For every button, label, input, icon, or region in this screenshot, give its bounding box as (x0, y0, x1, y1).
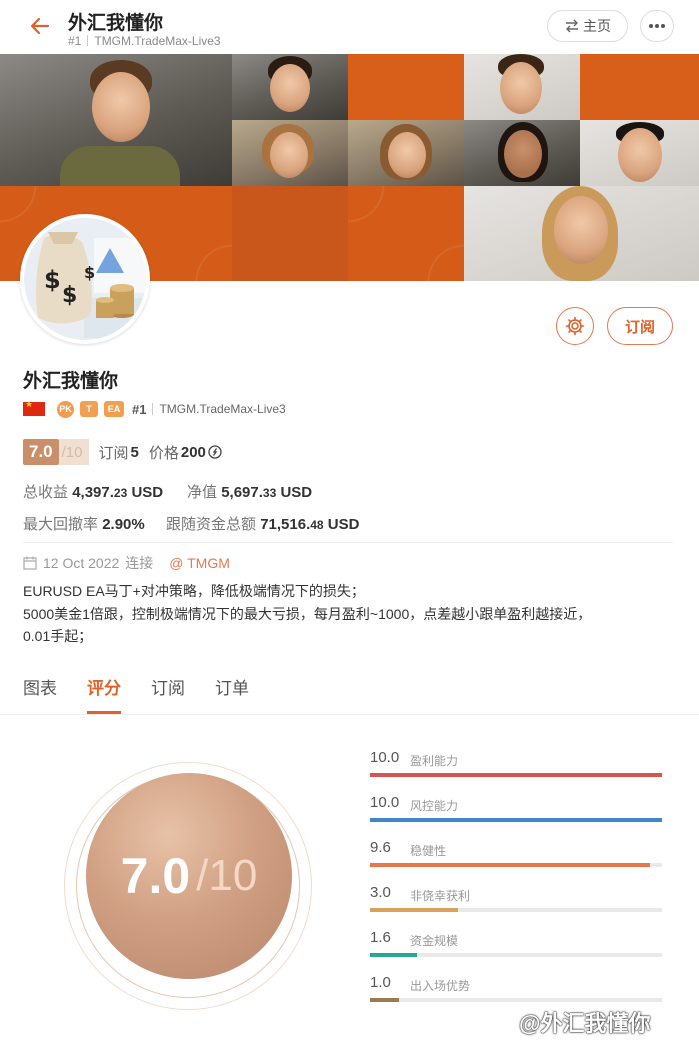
metric-label: 出入场优势 (410, 979, 471, 993)
tab-subscribe[interactable]: 订阅 (151, 674, 185, 714)
calendar-icon (23, 556, 37, 570)
banner-photo (464, 54, 580, 120)
metric-bar-fill (370, 998, 400, 1002)
t-badge: T (80, 401, 98, 417)
metric-value: 9.6 (370, 839, 391, 856)
profile-name: 外汇我懂你 (23, 371, 119, 392)
tab-bar: 图表 评分 订阅 订单 (23, 674, 279, 714)
max-drawdown: 最大回撤率 2.90% (23, 516, 145, 533)
rating-metric: 10.0 盈利能力 (370, 749, 662, 789)
rating-max: /10 (196, 851, 258, 900)
profile-account: TMGM.TradeMax-Live3 (159, 402, 286, 416)
metric-bar-fill (370, 863, 651, 867)
metric-label: 风控能力 (410, 799, 459, 813)
metric-bar-fill (370, 908, 458, 912)
svg-text:$: $ (84, 263, 95, 282)
strategy-description: EURUSD EA马丁+对冲策略，降低极端情况下的损失； 5000美金1倍跟，控… (23, 583, 592, 644)
score-row: 7.0 /10 订阅 5 价格 200 (23, 439, 222, 465)
banner-photo (348, 120, 464, 186)
metric-bar-track (370, 908, 662, 912)
net-value: 净值 5,697.33 USD (187, 484, 313, 501)
price-label: 价格 (148, 444, 179, 462)
rating-metric: 10.0 风控能力 (370, 794, 662, 834)
metric-value: 3.0 (370, 884, 391, 901)
metric-label: 非侥幸获利 (410, 889, 471, 903)
header-rank: #1 (68, 34, 82, 48)
score-value: 7.0 (29, 442, 53, 461)
settings-button[interactable] (556, 307, 594, 345)
score-badge: 7.0 (23, 439, 59, 465)
tab-rating[interactable]: 评分 (87, 674, 121, 714)
subscriptions-label: 订阅 (98, 444, 129, 462)
rating-metric: 9.6 稳健性 (370, 839, 662, 879)
svg-text:$: $ (62, 283, 77, 308)
more-dots-icon (649, 24, 665, 28)
connection-label: 连接 (125, 555, 154, 571)
metric-label: 稳健性 (410, 844, 447, 858)
metric-bar-track (370, 998, 662, 1002)
rating-circle: 7.0 /10 (86, 773, 292, 979)
broker-link[interactable]: @ TMGM (169, 555, 230, 571)
pk-badge: PK (57, 400, 74, 418)
banner-photo (464, 120, 580, 186)
avatar: $ $ $ (20, 214, 150, 344)
banner-photo (580, 120, 699, 186)
metric-value: 1.6 (370, 929, 391, 946)
metric-bar-fill (370, 818, 662, 822)
home-button-label: 主页 (583, 18, 611, 34)
page-title: 外汇我懂你 (68, 13, 164, 34)
connection-row: 12 Oct 2022 连接 @ TMGM (23, 553, 230, 573)
profile-badges: PK T EA #1 TMGM.TradeMax-Live3 (23, 399, 286, 419)
profile-rank: #1 (132, 401, 147, 417)
metric-value: 1.0 (370, 974, 391, 991)
follow-funds: 跟随资金总额 71,516.48 USD (166, 516, 360, 533)
metric-value: 10.0 (370, 749, 400, 766)
metric-bar-fill (370, 953, 417, 957)
subscriptions-count: 5 (130, 443, 139, 461)
tab-orders[interactable]: 订单 (215, 674, 249, 714)
metric-bar-fill (370, 773, 662, 777)
metric-label: 资金规模 (410, 934, 459, 948)
svg-text:$: $ (44, 266, 61, 294)
metric-bar-track (370, 953, 662, 957)
watermark: @外汇我懂你 (519, 1011, 651, 1036)
tab-chart[interactable]: 图表 (23, 674, 57, 714)
header-account: TMGM.TradeMax-Live3 (94, 34, 221, 48)
back-arrow-icon[interactable] (26, 12, 54, 40)
home-button[interactable]: 主页 (547, 10, 628, 42)
connection-date: 12 Oct 2022 (43, 555, 120, 571)
total-profit: 总收益 4,397.23 USD (23, 484, 164, 501)
header-subtitle: #1 TMGM.TradeMax-Live3 (68, 34, 221, 48)
china-flag-icon (23, 399, 45, 416)
banner-photo (232, 120, 348, 186)
metric-label: 盈利能力 (410, 754, 459, 768)
top-bar: 外汇我懂你 #1 TMGM.TradeMax-Live3 主页 (0, 0, 699, 54)
more-button[interactable] (640, 10, 674, 42)
coin-icon (208, 445, 222, 459)
metric-bar-track (370, 863, 662, 867)
price-value: 200 (180, 443, 206, 461)
ea-badge: EA (104, 401, 124, 417)
metric-bar-track (370, 773, 662, 777)
metric-value: 10.0 (370, 794, 400, 811)
banner-photo (232, 54, 348, 120)
rating-value: 7.0 (120, 848, 191, 904)
rating-metric: 1.6 资金规模 (370, 929, 662, 969)
rating-metric: 3.0 非侥幸获利 (370, 884, 662, 924)
score-max: /10 (58, 439, 89, 465)
swap-icon (566, 19, 578, 33)
gear-icon (565, 316, 585, 336)
banner-photo (464, 186, 699, 281)
subscribe-button[interactable]: 订阅 (607, 307, 673, 345)
banner-photo (0, 54, 232, 186)
metric-bar-track (370, 818, 662, 822)
